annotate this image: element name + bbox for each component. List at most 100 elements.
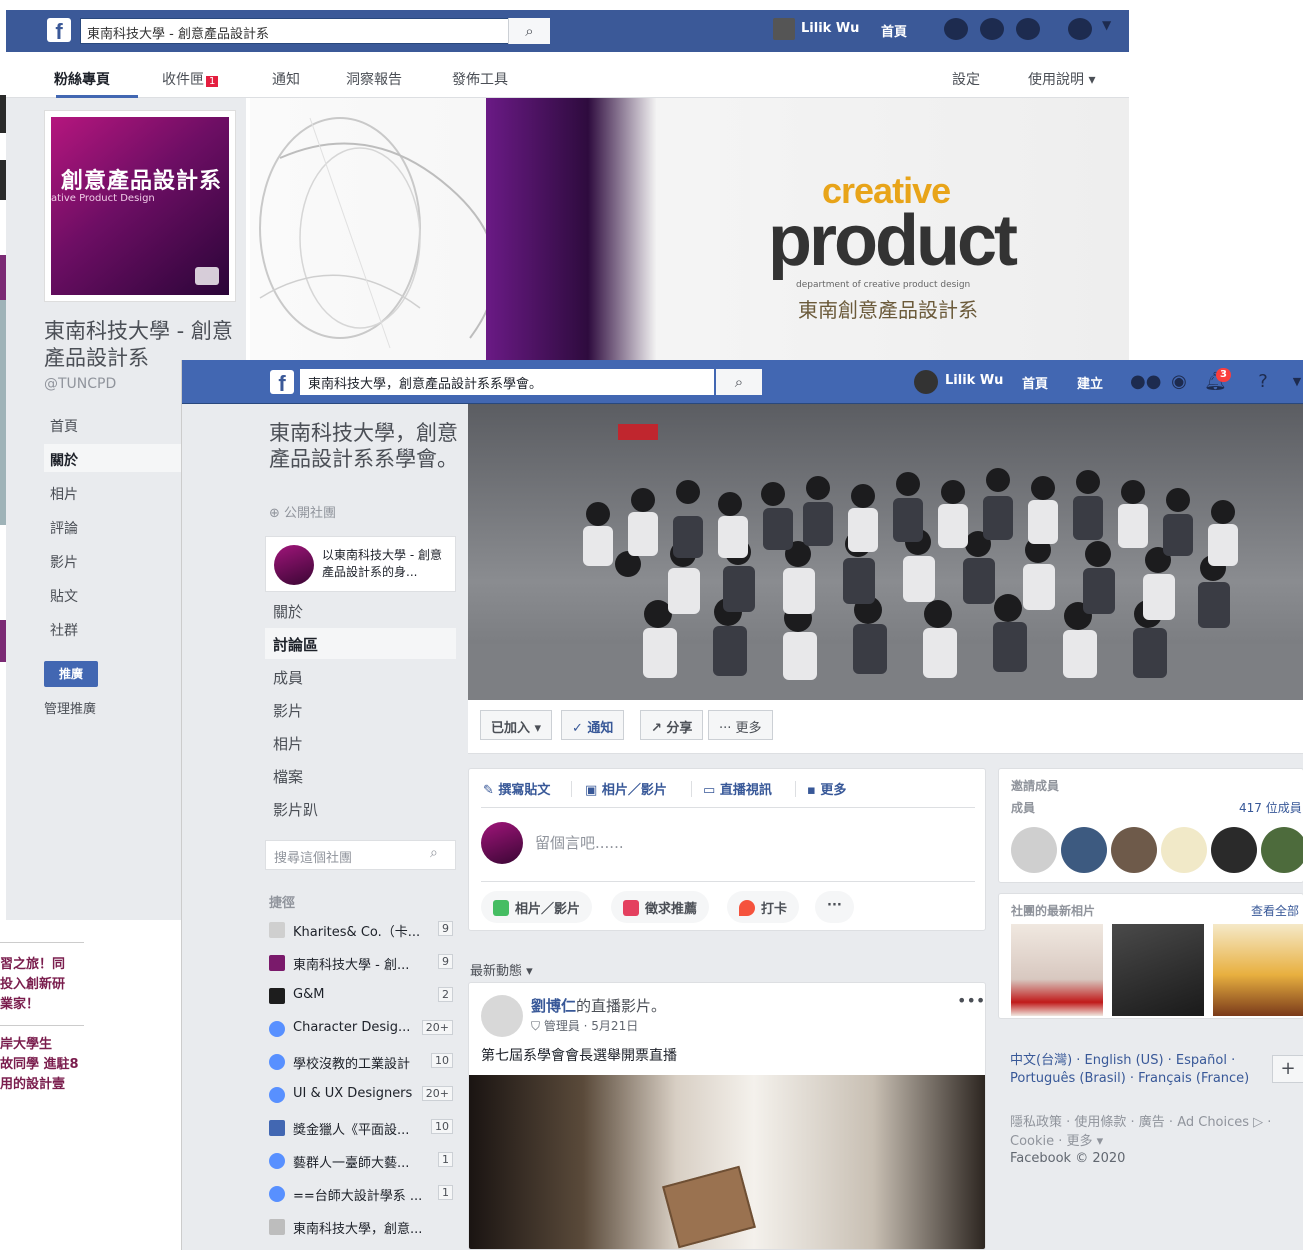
post-author[interactable]: 劉博仁的直播影片。 xyxy=(531,995,666,1016)
search-icon[interactable]: ⌕ xyxy=(430,845,438,861)
bg-nav-community[interactable]: 社群 xyxy=(44,614,182,642)
tab-inbox[interactable]: 收件匣 1 xyxy=(162,69,219,89)
camera-icon[interactable] xyxy=(195,267,219,285)
see-all-link[interactable]: 查看全部 xyxy=(1251,902,1299,919)
avatar[interactable] xyxy=(914,370,938,394)
group-nav-files[interactable]: 檔案 xyxy=(265,760,456,791)
check-in-button[interactable]: 打卡 xyxy=(727,891,800,923)
tab-notifications[interactable]: 通知 xyxy=(272,69,300,89)
member-avatar[interactable] xyxy=(1111,827,1157,873)
shortcut-item[interactable]: Kharites& Co.（卡... 9 xyxy=(269,920,455,942)
composer-tab-live-video[interactable]: ▭ 直播視訊 xyxy=(703,779,772,798)
composer-tab-write-post[interactable]: ✎ 撰寫貼文 xyxy=(483,779,550,798)
search-icon[interactable]: ⌕ xyxy=(716,369,762,395)
settings-link[interactable]: 設定 xyxy=(952,69,980,89)
help-icon[interactable]: ? xyxy=(1252,371,1274,393)
messenger-icon[interactable]: ◉ xyxy=(1168,371,1190,393)
group-nav-about[interactable]: 關於 xyxy=(265,595,456,626)
language-list[interactable]: 中文(台灣) · English (US) · Español · Portug… xyxy=(1010,1052,1260,1088)
page-handle[interactable]: @TUNCPD xyxy=(44,376,116,392)
user-name[interactable]: Lilik Wu xyxy=(945,373,1003,388)
shortcut-item[interactable]: 藝群人一臺師大藝... 1 xyxy=(269,1151,455,1173)
page-cover-photo[interactable]: creative product department of creative … xyxy=(250,98,1129,360)
shortcut-item[interactable]: 東南科技大學 - 創... 9 xyxy=(269,953,455,975)
footer-links[interactable]: 隱私政策 · 使用條款 · 廣告 · Ad Choices ▷ · Cookie… xyxy=(1010,1113,1300,1151)
author-name[interactable]: 劉博仁 xyxy=(531,997,576,1015)
composer-input[interactable]: 留個言吧...... xyxy=(535,832,624,853)
act-as-page-switcher[interactable]: 以東南科技大學 - 創意產品設計系的身... xyxy=(265,536,456,592)
group-nav-watch-party[interactable]: 影片趴 xyxy=(265,793,456,824)
group-nav-members[interactable]: 成員 xyxy=(265,661,456,692)
recent-photo[interactable] xyxy=(1011,924,1103,1016)
bg-nav-home[interactable]: 首頁 xyxy=(44,410,182,438)
chevron-down-icon[interactable]: ▼ xyxy=(1102,18,1116,40)
shortcut-item[interactable]: 東南科技大學，創意... xyxy=(269,1217,455,1239)
member-avatar[interactable] xyxy=(1061,827,1107,873)
post-date[interactable]: 5月21日 xyxy=(591,1019,638,1033)
shortcut-item[interactable]: UI & UX Designers 20+ xyxy=(269,1085,455,1107)
bg-nav-videos[interactable]: 影片 xyxy=(44,546,182,574)
create-link[interactable]: 建立 xyxy=(1077,373,1103,392)
composer-tab-photo-video[interactable]: ▣ 相片／影片 xyxy=(585,779,667,798)
facebook-logo-icon[interactable]: f xyxy=(270,370,294,396)
tab-publishing-tools[interactable]: 發佈工具 xyxy=(452,69,508,89)
recent-photo[interactable] xyxy=(1213,924,1303,1016)
bg-search-input[interactable]: 東南科技大學 - 創意產品設計系 xyxy=(80,18,550,44)
home-link[interactable]: 首頁 xyxy=(1022,373,1048,392)
member-avatar[interactable] xyxy=(1261,827,1303,873)
group-nav-discussion[interactable]: 討論區 xyxy=(265,628,456,659)
help-icon[interactable] xyxy=(1068,18,1092,40)
feed-sort-dropdown[interactable]: 最新動態 ▾ xyxy=(470,960,533,979)
group-nav-videos[interactable]: 影片 xyxy=(265,694,456,725)
group-nav-photos[interactable]: 相片 xyxy=(265,727,456,758)
group-search-input[interactable]: 搜尋這個社團 xyxy=(265,840,456,870)
friends-icon[interactable] xyxy=(944,18,968,40)
shortcut-item[interactable]: G&M 2 xyxy=(269,986,455,1008)
promote-button[interactable]: 推廣 xyxy=(44,661,98,687)
manage-promotions-link[interactable]: 管理推廣 xyxy=(44,698,96,717)
shortcut-item[interactable]: 獎金獵人《平面設... 10 xyxy=(269,1118,455,1140)
facebook-logo-icon[interactable]: f xyxy=(47,18,71,44)
shortcut-item[interactable]: ==台師大設計學系 ... 1 xyxy=(269,1184,455,1206)
search-input[interactable]: 東南科技大學，創意產品設計系系學會。 xyxy=(300,369,714,395)
help-menu[interactable]: 使用說明 ▾ xyxy=(1028,69,1095,89)
share-button[interactable]: ↗ 分享 xyxy=(640,710,704,740)
ask-recommendations-button[interactable]: 徵求推薦 xyxy=(611,891,710,923)
member-avatar[interactable] xyxy=(1161,827,1207,873)
recent-photo[interactable] xyxy=(1112,924,1204,1016)
composer-tab-more[interactable]: ▪ 更多 xyxy=(807,779,846,798)
members-count-link[interactable]: 417 位成員 xyxy=(1239,799,1302,816)
bg-nav-photos[interactable]: 相片 xyxy=(44,478,182,506)
search-icon[interactable]: ⌕ xyxy=(508,18,550,44)
bg-user-name[interactable]: Lilik Wu xyxy=(801,21,859,36)
joined-button[interactable]: 已加入 ▾ xyxy=(480,710,553,740)
more-options-button[interactable]: ··· xyxy=(815,891,854,923)
notifications-button[interactable]: ✓ 通知 xyxy=(561,710,625,740)
member-avatar[interactable] xyxy=(1211,827,1257,873)
photo-video-button[interactable]: 相片／影片 xyxy=(481,891,593,923)
bg-home-link[interactable]: 首頁 xyxy=(881,21,907,40)
friends-icon[interactable]: ●● xyxy=(1130,371,1161,393)
side-note[interactable]: 習之旅！同 投入創新研 業家！ xyxy=(0,955,90,1015)
shortcut-item[interactable]: Character Desig... 20+ xyxy=(269,1019,455,1041)
tab-insights[interactable]: 洞察報告 xyxy=(346,69,402,89)
member-avatar[interactable] xyxy=(1011,827,1057,873)
side-note[interactable]: 岸大學生 故同學 進駐8 用的設計壹 xyxy=(0,1035,90,1095)
bg-nav-reviews[interactable]: 評論 xyxy=(44,512,182,540)
chevron-down-icon[interactable]: ▼ xyxy=(1286,371,1303,393)
tab-page[interactable]: 粉絲專頁 xyxy=(54,69,110,89)
bg-nav-posts[interactable]: 貼文 xyxy=(44,580,182,608)
invite-members-heading[interactable]: 邀請成員 xyxy=(1011,777,1059,794)
group-cover-photo[interactable] xyxy=(468,404,1303,700)
globe-icon[interactable] xyxy=(1016,18,1040,40)
shortcut-item[interactable]: 學校沒教的工業設計 10 xyxy=(269,1052,455,1074)
messenger-icon[interactable] xyxy=(980,18,1004,40)
add-language-button[interactable]: + xyxy=(1272,1055,1303,1083)
live-video-player[interactable] xyxy=(469,1075,985,1249)
post-options-icon[interactable]: ••• xyxy=(957,991,985,1010)
more-button[interactable]: ··· 更多 xyxy=(708,710,773,740)
page-profile-picture[interactable]: 創意產品設計系 ative Product Design xyxy=(44,110,236,302)
bg-nav-about[interactable]: 關於 xyxy=(44,444,182,472)
avatar[interactable] xyxy=(773,18,795,40)
avatar[interactable] xyxy=(481,995,523,1037)
